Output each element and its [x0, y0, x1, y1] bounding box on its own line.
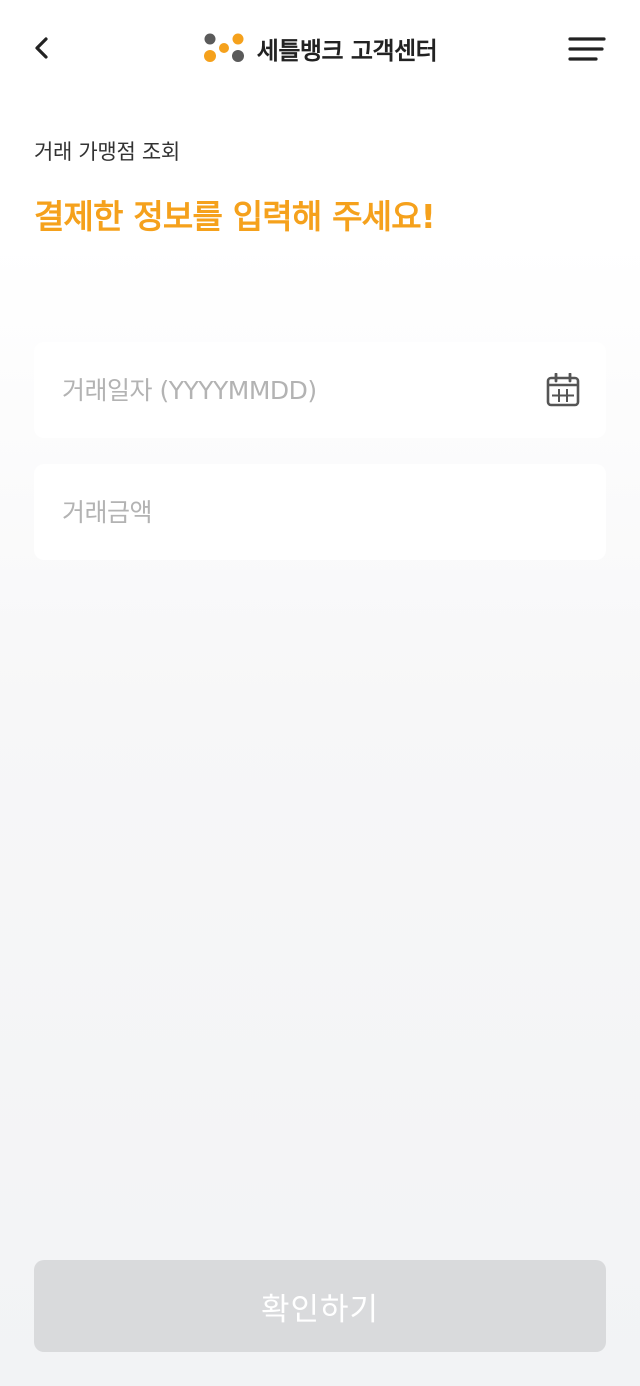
transaction-amount-field: [34, 464, 606, 560]
page-headline: 결제한 정보를 입력해 주세요!: [34, 197, 436, 236]
calendar-button[interactable]: [546, 372, 580, 407]
header: 세틀뱅크 고객센터: [0, 0, 640, 96]
settlebank-logo: [203, 33, 244, 62]
calendar-icon: [546, 372, 580, 407]
transaction-amount-input[interactable]: [34, 464, 606, 560]
brand: 세틀뱅크 고객센터: [0, 22, 640, 74]
transaction-date-field: [34, 342, 606, 438]
hamburger-menu-icon: [568, 37, 606, 61]
transaction-date-input[interactable]: [34, 342, 606, 438]
page-subtitle: 거래 가맹점 조회: [34, 140, 180, 164]
menu-button[interactable]: [568, 28, 616, 68]
confirm-button[interactable]: 확인하기: [34, 1260, 606, 1352]
header-title: 세틀뱅크 고객센터: [256, 36, 438, 65]
